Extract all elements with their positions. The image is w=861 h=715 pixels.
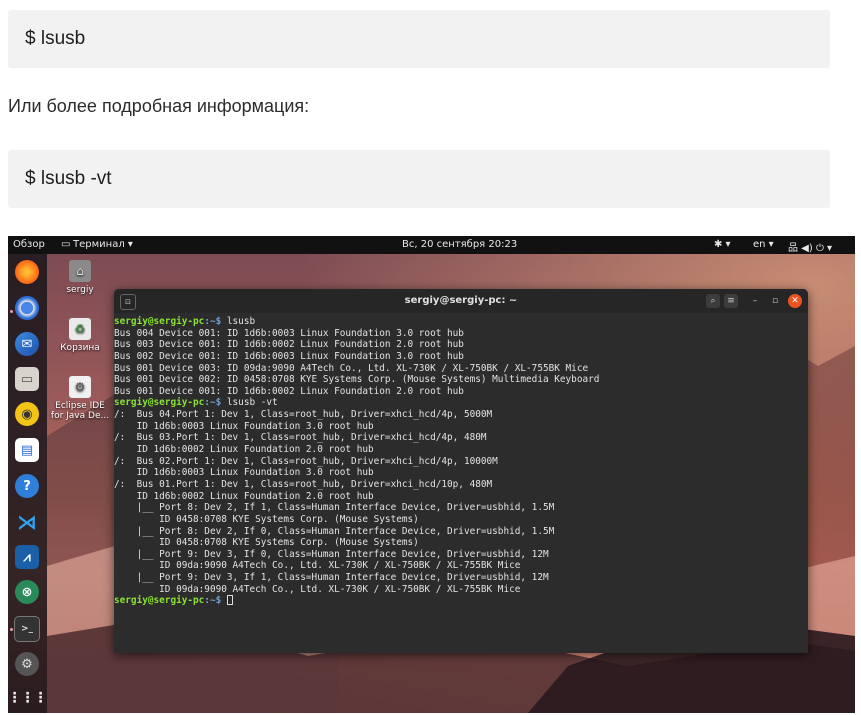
terminal-line: ID 1d6b:0002 Linux Foundation 2.0 root h… xyxy=(114,490,374,502)
code-text: $ lsusb -vt xyxy=(25,168,112,189)
prompt-path: :~$ xyxy=(204,316,222,327)
terminal-line: /: Bus 04.Port 1: Dev 1, Class=root_hub,… xyxy=(114,409,493,421)
close-icon[interactable]: ✕ xyxy=(788,294,802,308)
terminal-icon-small: ▭ xyxy=(61,239,71,250)
command-text: lsusb -vt xyxy=(221,397,278,409)
top-bar: Обзор ▭ Терминал ▾ Вс, 20 сентября 20:23… xyxy=(8,236,855,254)
home-folder-icon: ⌂ xyxy=(69,260,91,282)
desktop-icon-trash[interactable]: ♻ Корзина xyxy=(49,318,111,353)
terminal-line: Bus 002 Device 001: ID 1d6b:0003 Linux F… xyxy=(114,350,464,362)
terminal-title: sergiy@sergiy-pc: ~ xyxy=(404,295,518,306)
show-apps-icon[interactable]: ⋮⋮⋮ xyxy=(8,686,48,710)
overview-button[interactable]: Обзор xyxy=(13,239,45,250)
terminal-line: ID 1d6b:0002 Linux Foundation 2.0 root h… xyxy=(114,444,374,456)
terminal-line: sergiy@sergiy-pc:~$ lsusb -vt xyxy=(114,397,808,409)
files-icon[interactable]: ▭ xyxy=(15,367,39,391)
terminal-line: |__ Port 9: Dev 3, If 1, Class=Human Int… xyxy=(114,572,549,584)
prompt-user: sergiy@sergiy-pc xyxy=(114,397,205,409)
terminal-line: Bus 001 Device 003: ID 09da:9090 A4Tech … xyxy=(114,362,589,374)
desktop-icon-label: Eclipse IDE for Java De... xyxy=(50,401,110,421)
terminal-line: /: Bus 01.Port 1: Dev 1, Class=root_hub,… xyxy=(114,478,493,490)
system-monitor-icon[interactable]: ⩘ xyxy=(15,545,39,569)
running-indicator xyxy=(10,628,13,631)
maximize-icon[interactable]: ▫ xyxy=(768,294,782,308)
article-paragraph: Или более подробная информация: xyxy=(8,96,310,116)
terminal-window[interactable]: ⊡ sergiy@sergiy-pc: ~ ⌕ ≡ – ▫ ✕ sergiy@s… xyxy=(114,289,808,653)
language-menu[interactable]: en ▾ xyxy=(753,239,774,250)
terminal-line: sergiy@sergiy-pc:~$ lsusb xyxy=(114,316,808,328)
running-indicator xyxy=(10,310,13,313)
cursor xyxy=(226,595,233,606)
terminal-line: ID 0458:0708 KYE Systems Corp. (Mouse Sy… xyxy=(114,513,419,525)
terminal-header: ⊡ sergiy@sergiy-pc: ~ ⌕ ≡ – ▫ ✕ xyxy=(114,289,808,313)
terminal-line: ID 1d6b:0003 Linux Foundation 3.0 root h… xyxy=(114,467,374,479)
menu-icon[interactable]: ≡ xyxy=(724,294,738,308)
prompt-user: sergiy@sergiy-pc xyxy=(114,595,205,607)
terminal-line: Bus 001 Device 002: ID 0458:0708 KYE Sys… xyxy=(114,374,600,386)
terminal-line: |__ Port 8: Dev 2, If 0, Class=Human Int… xyxy=(114,525,555,537)
libreoffice-writer-icon[interactable]: ▤ xyxy=(15,438,39,462)
terminal-line: ID 09da:9090 A4Tech Co., Ltd. XL-730K / … xyxy=(114,560,521,572)
terminal-line: |__ Port 8: Dev 2, If 1, Class=Human Int… xyxy=(114,502,555,514)
firefox-icon[interactable] xyxy=(15,260,39,284)
accessibility-menu[interactable]: ✱ ▾ xyxy=(714,239,731,250)
chromium-icon[interactable] xyxy=(15,296,39,320)
terminal-line: Bus 004 Device 001: ID 1d6b:0003 Linux F… xyxy=(114,327,464,339)
terminal-line: /: Bus 03.Port 1: Dev 1, Class=root_hub,… xyxy=(114,432,487,444)
help-icon[interactable]: ? xyxy=(15,474,39,498)
terminal-line: ID 1d6b:0003 Linux Foundation 3.0 root h… xyxy=(114,420,374,432)
terminal-line: Bus 003 Device 001: ID 1d6b:0002 Linux F… xyxy=(114,339,464,351)
eclipse-icon: ⚙ xyxy=(69,376,91,398)
vscode-icon[interactable]: ⋊ xyxy=(15,510,39,534)
desktop-icon-eclipse[interactable]: ⚙ Eclipse IDE for Java De... xyxy=(49,376,111,421)
settings-icon[interactable]: ⚙ xyxy=(15,652,39,676)
terminal-line: |__ Port 9: Dev 3, If 0, Class=Human Int… xyxy=(114,548,549,560)
command-text: lsusb xyxy=(221,316,256,327)
terminal-line: ID 09da:9090 A4Tech Co., Ltd. XL-730K / … xyxy=(114,583,521,595)
prompt-path: :~$ xyxy=(204,595,222,607)
rhythmbox-icon[interactable]: ◉ xyxy=(15,402,39,426)
desktop-icon-home[interactable]: ⌂ sergiy xyxy=(49,260,111,295)
desktop-screenshot: Обзор ▭ Терминал ▾ Вс, 20 сентября 20:23… xyxy=(8,236,855,713)
terminal-line: sergiy@sergiy-pc:~$ xyxy=(114,595,808,607)
minimize-icon[interactable]: – xyxy=(748,294,762,308)
search-icon[interactable]: ⌕ xyxy=(706,294,720,308)
code-text: $ lsusb xyxy=(25,28,86,49)
terminal-line: Bus 001 Device 001: ID 1d6b:0002 Linux F… xyxy=(114,385,464,397)
dock: ✉ ▭ ◉ ▤ ? ⋊ ⩘ ⊗ >_ ⚙ ⋮⋮⋮ xyxy=(8,254,48,713)
prompt-path: :~$ xyxy=(204,397,222,409)
clock[interactable]: Вс, 20 сентября 20:23 xyxy=(402,239,517,250)
app-menu[interactable]: Терминал ▾ xyxy=(73,239,133,250)
thunderbird-icon[interactable]: ✉ xyxy=(15,332,39,356)
terminal-icon[interactable]: >_ xyxy=(14,616,40,642)
system-menu[interactable]: 品 ◀) ⏻ ▾ xyxy=(788,239,832,254)
terminal-output[interactable]: sergiy@sergiy-pc:~$ lsusb Bus 004 Device… xyxy=(114,314,808,653)
prompt-user: sergiy@sergiy-pc xyxy=(114,316,205,327)
desktop-icon-label: sergiy xyxy=(66,285,94,295)
code-block-lsusb: $ lsusb xyxy=(8,10,830,68)
trash-icon: ♻ xyxy=(69,318,91,340)
terminal-line: /: Bus 02.Port 1: Dev 1, Class=root_hub,… xyxy=(114,455,498,467)
crossover-icon[interactable]: ⊗ xyxy=(15,580,39,604)
code-block-lsusb-vt: $ lsusb -vt xyxy=(8,150,830,208)
desktop-icon-label: Корзина xyxy=(60,343,100,353)
terminal-line: ID 0458:0708 KYE Systems Corp. (Mouse Sy… xyxy=(114,537,419,549)
